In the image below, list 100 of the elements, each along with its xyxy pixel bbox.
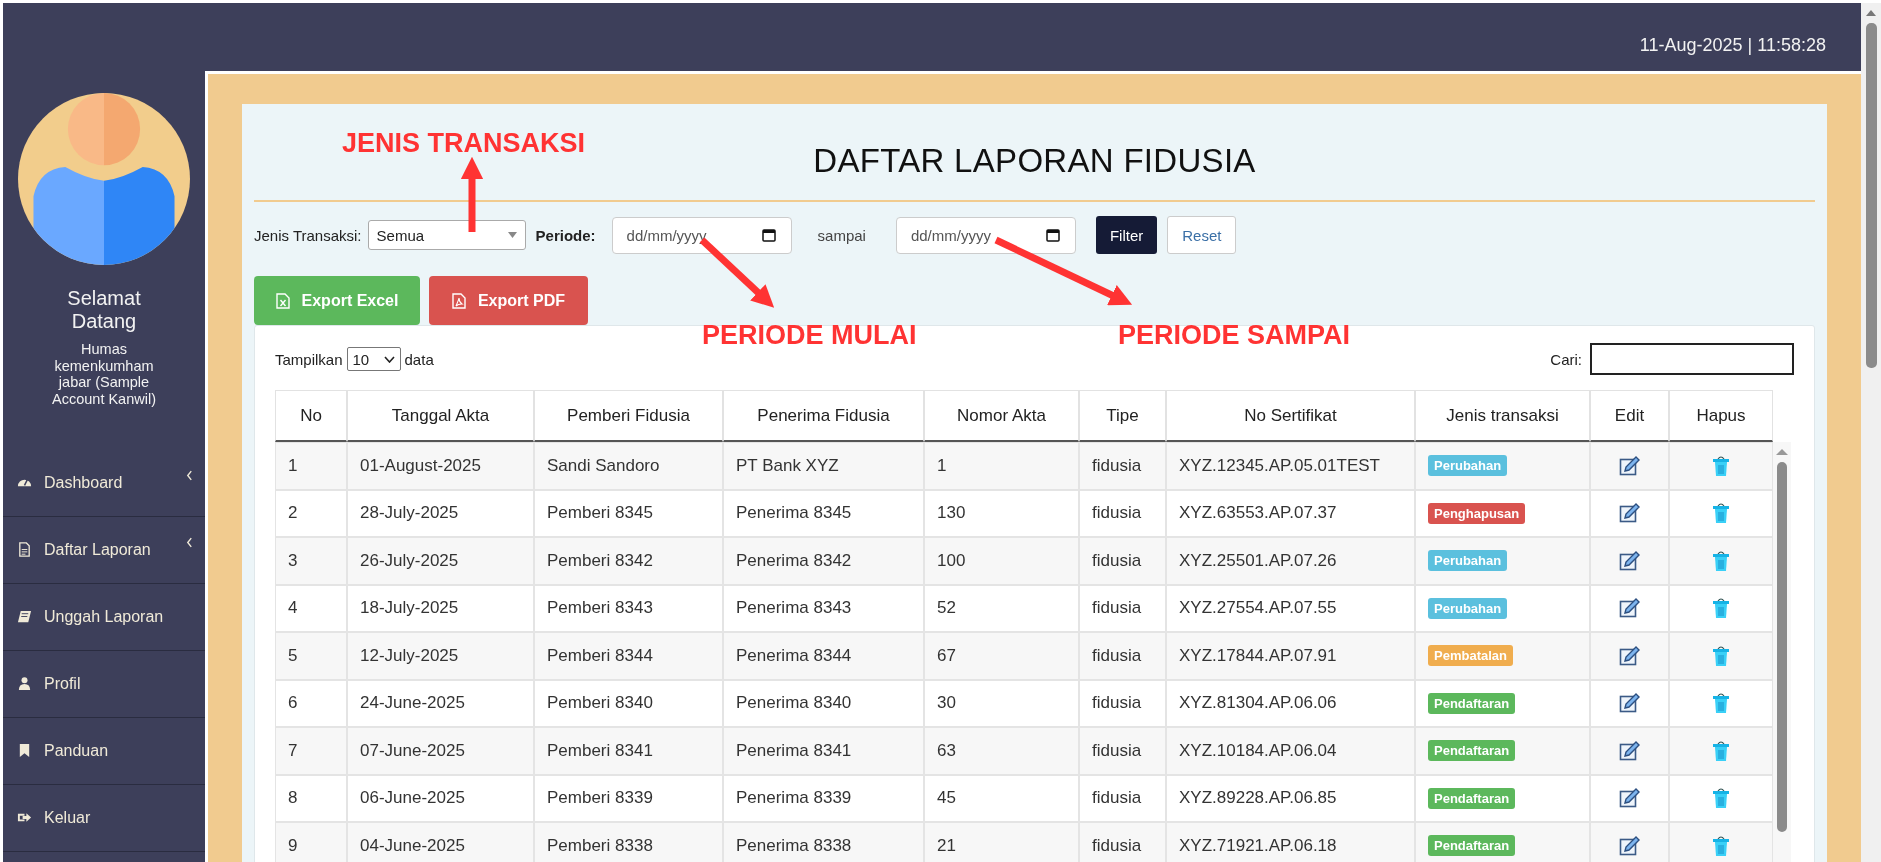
page-size-select[interactable]: 10 <box>346 347 401 371</box>
scrollbar-thumb[interactable] <box>1777 462 1787 832</box>
table-cell: fidusia <box>1092 740 1142 761</box>
dropdown-caret-icon <box>507 232 517 238</box>
trash-icon[interactable] <box>1712 787 1730 810</box>
edit-icon[interactable] <box>1618 834 1641 857</box>
table-cell: Penerima 8345 <box>736 503 852 524</box>
table-cell: 26-July-2025 <box>360 550 459 571</box>
trash-icon[interactable] <box>1712 692 1730 715</box>
table-cell: 1 <box>288 455 298 476</box>
table-cell: 30 <box>937 693 956 714</box>
table-cell: 07-June-2025 <box>360 740 465 761</box>
search-label: Cari: <box>1550 350 1582 368</box>
user-name-text: Humas kemenkumham jabar (Sample Account Kanwil) <box>51 341 157 408</box>
trash-icon[interactable] <box>1712 454 1730 477</box>
table-cell: 9 <box>288 835 298 856</box>
table-cell: Pemberi 8343 <box>547 598 653 619</box>
trash-icon[interactable] <box>1712 502 1730 525</box>
trash-icon[interactable] <box>1712 644 1730 667</box>
table-cell: 04-June-2025 <box>360 835 465 856</box>
reset-button[interactable]: Reset <box>1167 216 1237 254</box>
table-cell: XYZ.63553.AP.07.37 <box>1179 503 1337 524</box>
edit-icon[interactable] <box>1618 549 1641 572</box>
trash-icon[interactable] <box>1712 549 1730 572</box>
scroll-up-icon[interactable] <box>1865 9 1877 17</box>
annotation-label: PERIODE MULAI <box>702 320 917 351</box>
table-cell: XYZ.89228.AP.06.85 <box>1179 788 1337 809</box>
transaction-type-badge: Pembatalan <box>1428 645 1513 667</box>
table-cell: 1 <box>937 455 947 476</box>
table-cell: 01-August-2025 <box>360 455 481 476</box>
period-label: Periode: <box>535 226 596 244</box>
table-cell: XYZ.27554.AP.07.55 <box>1179 598 1337 619</box>
table-cell: fidusia <box>1092 598 1142 619</box>
edit-icon[interactable] <box>1618 597 1641 620</box>
document-icon <box>17 542 32 558</box>
table-cell: XYZ.25501.AP.07.26 <box>1179 550 1337 571</box>
calendar-icon <box>761 227 776 242</box>
edit-icon[interactable] <box>1618 644 1641 667</box>
trash-icon[interactable] <box>1712 597 1730 620</box>
table-cell: 130 <box>937 503 966 524</box>
transaction-type-label: Jenis Transaksi: <box>254 226 362 244</box>
table-cell: 18-July-2025 <box>360 598 459 619</box>
table-cell: 45 <box>937 788 956 809</box>
table-cell: PT Bank XYZ <box>736 455 839 476</box>
table-cell: 2 <box>288 503 298 524</box>
transaction-type-select[interactable]: Semua <box>367 220 526 250</box>
table-cell: fidusia <box>1092 455 1142 476</box>
table-cell: Pemberi 8338 <box>547 835 653 856</box>
table-cell: 12-July-2025 <box>360 645 459 666</box>
table-cell: fidusia <box>1092 835 1142 856</box>
table-cell: Pemberi 8344 <box>547 645 653 666</box>
edit-icon[interactable] <box>1618 739 1641 762</box>
edit-icon[interactable] <box>1618 454 1641 477</box>
filter-button[interactable]: Filter <box>1095 216 1158 254</box>
transaction-type-badge: Pendaftaran <box>1428 740 1516 762</box>
table-cell: fidusia <box>1092 788 1142 809</box>
table-cell: XYZ.71921.AP.06.18 <box>1179 835 1337 856</box>
transaction-type-badge: Pendaftaran <box>1428 692 1516 714</box>
trash-icon[interactable] <box>1712 739 1730 762</box>
book-icon <box>17 609 32 625</box>
table-cell: Penerima 8341 <box>736 740 852 761</box>
data-label: data <box>404 350 434 368</box>
table-cell: Pemberi 8341 <box>547 740 653 761</box>
avatar-icon <box>18 93 190 265</box>
table-cell: 100 <box>937 550 966 571</box>
start-date-field[interactable]: dd/mm/yyyy <box>611 216 792 254</box>
export-pdf-button[interactable]: Export PDF <box>429 276 588 325</box>
edit-icon[interactable] <box>1618 787 1641 810</box>
table-cell: 4 <box>288 598 298 619</box>
edit-icon[interactable] <box>1618 692 1641 715</box>
table-cell: 5 <box>288 645 298 666</box>
end-date-field[interactable]: dd/mm/yyyy <box>895 216 1076 254</box>
scrollbar-thumb[interactable] <box>1865 23 1877 368</box>
transaction-type-badge: Pendaftaran <box>1428 787 1516 809</box>
table-cell: 28-July-2025 <box>360 503 459 524</box>
excel-file-icon <box>275 292 290 309</box>
show-label: Tampilkan <box>275 350 343 368</box>
bookmark-icon <box>17 743 32 759</box>
transaction-type-badge: Perubahan <box>1428 597 1508 619</box>
table-cell: 06-June-2025 <box>360 788 465 809</box>
table-cell: Penerima 8343 <box>736 598 852 619</box>
trash-icon[interactable] <box>1712 834 1730 857</box>
table-cell: 7 <box>288 740 298 761</box>
table-cell: XYZ.17844.AP.07.91 <box>1179 645 1337 666</box>
table-cell: Penerima 8342 <box>736 550 852 571</box>
table-cell: 8 <box>288 788 298 809</box>
scroll-up-icon[interactable] <box>1775 448 1789 456</box>
transaction-type-badge: Perubahan <box>1428 455 1508 477</box>
annotation-label: JENIS TRANSAKSI <box>342 128 586 159</box>
table-cell: fidusia <box>1092 693 1142 714</box>
table-cell: Pemberi 8345 <box>547 503 653 524</box>
transaction-type-badge: Pendaftaran <box>1428 835 1516 857</box>
table-cell: XYZ.10184.AP.06.04 <box>1179 740 1337 761</box>
search-field[interactable] <box>1590 343 1794 375</box>
table-cell: XYZ.81304.AP.06.06 <box>1179 693 1337 714</box>
transaction-type-badge: Perubahan <box>1428 550 1508 572</box>
datetime-text: 11-Aug-2025 | 11:58:28 <box>1639 34 1826 56</box>
table-cell: Sandi Sandoro <box>547 455 660 476</box>
edit-icon[interactable] <box>1618 502 1641 525</box>
transaction-type-badge: Penghapusan <box>1428 502 1526 524</box>
